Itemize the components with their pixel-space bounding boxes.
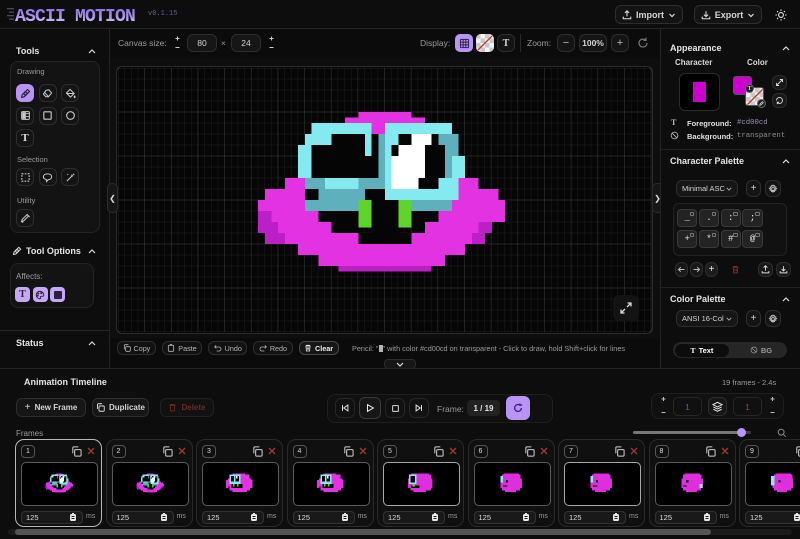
svg-text:ASCII MOTION: ASCII MOTION <box>15 7 135 24</box>
